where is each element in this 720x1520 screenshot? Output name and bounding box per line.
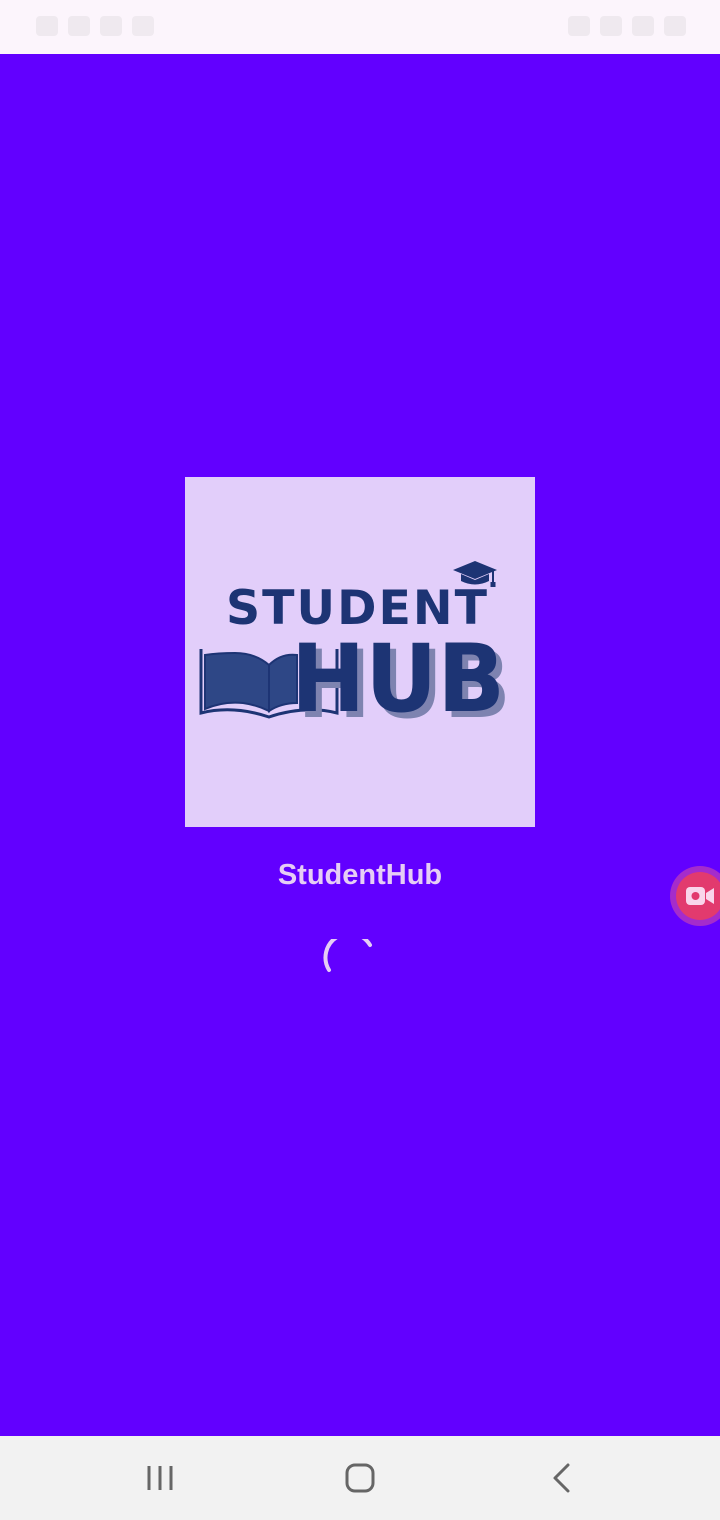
app-name-label: StudentHub (277, 859, 443, 891)
back-button[interactable] (532, 1458, 592, 1498)
battery-icon (664, 16, 686, 36)
wifi-icon (600, 16, 622, 36)
studenthub-logo-graphic: STUDENT HUB HUB (199, 561, 511, 740)
notification-icon (36, 16, 58, 36)
back-icon (553, 1463, 570, 1493)
logo-line2: HUB (291, 625, 505, 734)
spinner-icon (323, 939, 372, 972)
recent-apps-icon (147, 1466, 173, 1490)
home-button[interactable] (330, 1458, 390, 1498)
video-camera-icon (686, 887, 714, 905)
recent-apps-button[interactable] (130, 1458, 190, 1498)
message-icon (132, 16, 154, 36)
status-left-icons (36, 14, 154, 38)
record-bubble-inner (676, 872, 720, 920)
app-logo: STUDENT HUB HUB (185, 477, 535, 827)
status-bar (0, 0, 720, 54)
splash-screen: STUDENT HUB HUB StudentHub (0, 54, 720, 1436)
signal-icon (632, 16, 654, 36)
navigation-bar (0, 1436, 720, 1520)
home-icon (345, 1463, 375, 1493)
message-icon (100, 16, 122, 36)
notification-icon (68, 16, 90, 36)
status-right-icons (568, 14, 686, 38)
mute-icon (568, 16, 590, 36)
